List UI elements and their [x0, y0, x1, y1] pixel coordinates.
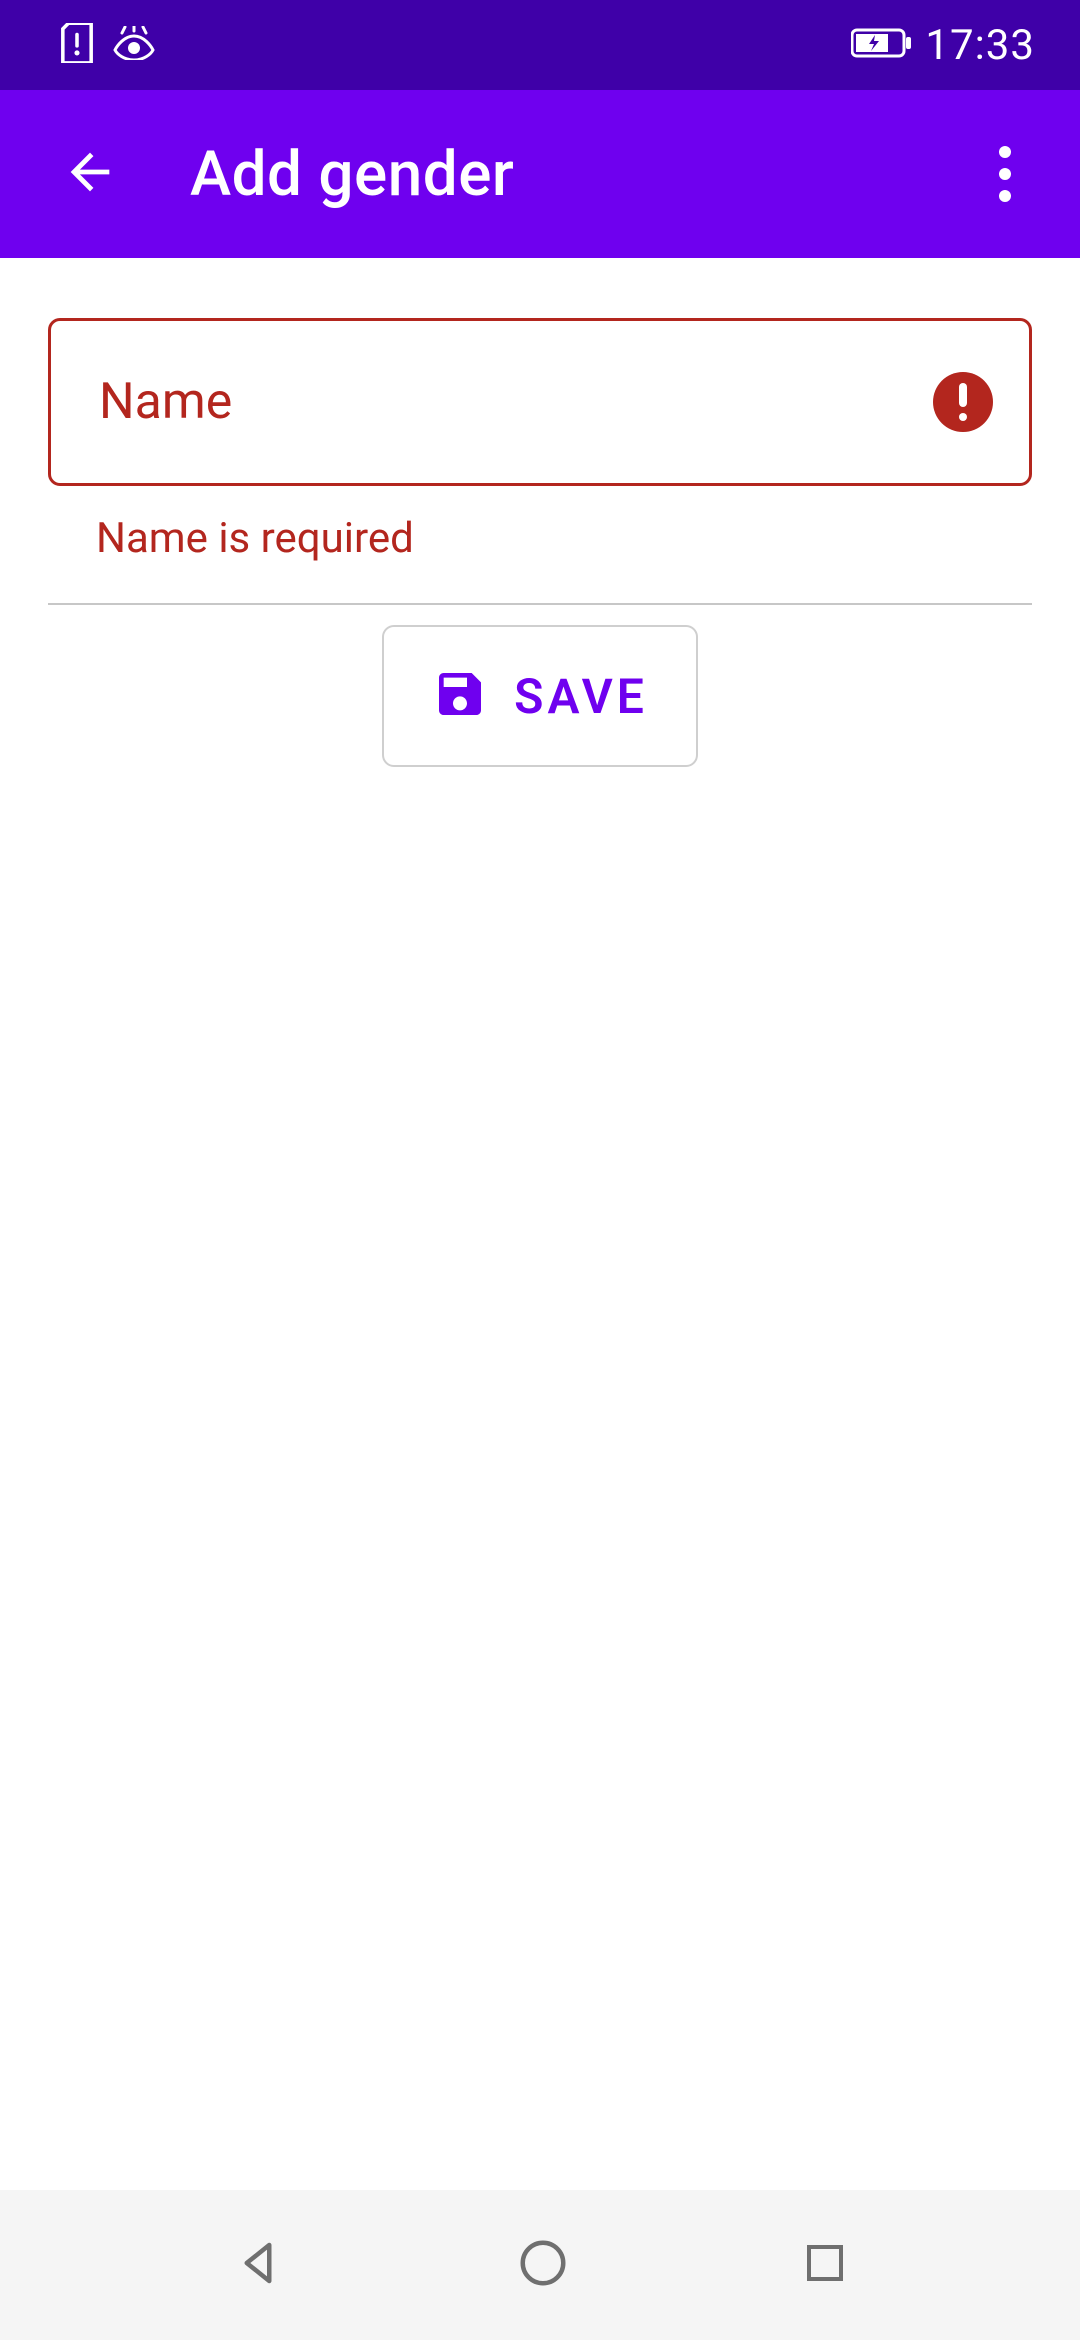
- nav-recent-button[interactable]: [801, 2239, 849, 2291]
- nav-back-button[interactable]: [231, 2236, 285, 2294]
- battery-icon: [851, 27, 915, 63]
- save-button-label: SAVE: [514, 668, 648, 725]
- name-error-text: Name is required: [48, 486, 1032, 591]
- back-button[interactable]: [45, 129, 135, 219]
- overflow-dot-icon: [999, 146, 1011, 158]
- save-button[interactable]: SAVE: [382, 625, 698, 767]
- nav-home-button[interactable]: [516, 2236, 570, 2294]
- divider: [48, 603, 1032, 605]
- nav-back-icon: [231, 2236, 285, 2294]
- navigation-bar: [0, 2190, 1080, 2340]
- name-field-wrapper: Name Name is required: [48, 318, 1032, 605]
- nav-recent-icon: [801, 2239, 849, 2291]
- name-input[interactable]: Name: [48, 318, 1032, 486]
- content-area: Name Name is required SAVE: [0, 258, 1080, 767]
- status-right: 17:33: [851, 21, 1035, 70]
- nav-home-icon: [516, 2236, 570, 2294]
- sd-warning-icon: [60, 23, 94, 67]
- status-left-icons: [60, 23, 156, 67]
- page-title: Add gender: [190, 138, 960, 211]
- status-time: 17:33: [925, 21, 1035, 70]
- overflow-dot-icon: [999, 168, 1011, 180]
- arrow-back-icon: [61, 143, 119, 205]
- status-bar: 17:33: [0, 0, 1080, 90]
- overflow-dot-icon: [999, 190, 1011, 202]
- save-icon: [432, 666, 488, 726]
- app-bar: Add gender: [0, 90, 1080, 258]
- actions-row: SAVE: [48, 625, 1032, 767]
- overflow-menu-button[interactable]: [960, 129, 1050, 219]
- error-icon: [933, 372, 993, 432]
- eye-icon: [112, 26, 156, 64]
- name-input-label: Name: [99, 373, 232, 431]
